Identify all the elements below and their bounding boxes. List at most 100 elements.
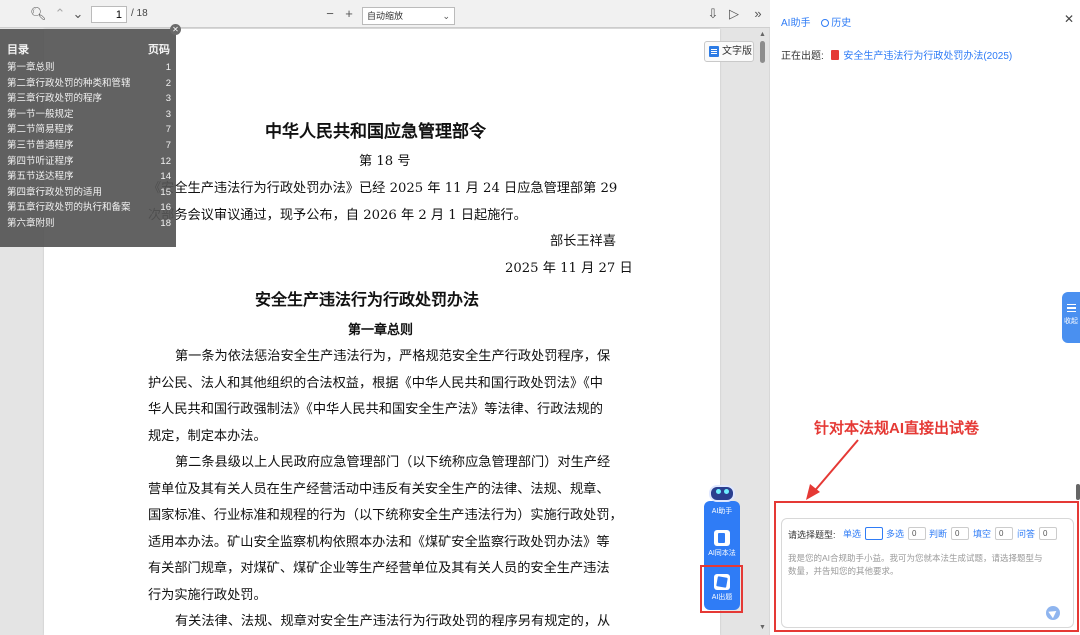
annotation-arrow — [806, 439, 859, 500]
toc-header: 目录 页码 — [7, 41, 170, 57]
zoom-select[interactable]: 自动缩放 ⌄ — [362, 7, 455, 25]
send-icon[interactable] — [1046, 606, 1060, 620]
toc-item-page: 7 — [165, 124, 171, 136]
toc-page-column: 页码 — [148, 44, 170, 56]
close-icon[interactable]: ✕ — [1064, 12, 1074, 26]
scroll-up-icon[interactable]: ▲ — [759, 31, 766, 38]
toc-item[interactable]: 第五节送达程序 14 — [7, 169, 171, 184]
zoom-in-icon[interactable]: + — [341, 6, 357, 22]
qtype-multi-label[interactable]: 多选 — [886, 527, 904, 540]
close-icon[interactable]: ✕ — [170, 24, 181, 35]
toc-item-page: 3 — [165, 93, 171, 105]
clock-icon — [821, 19, 830, 27]
ai-assistant-button[interactable]: AI助手 — [704, 506, 740, 516]
toc-item[interactable]: 第五章行政处罚的执行和备案 16 — [7, 200, 171, 215]
tab-ai-assistant[interactable]: AI助手 — [781, 18, 810, 29]
qtype-fill-count[interactable]: 0 — [995, 527, 1013, 540]
toc-item-label: 第一章总则 — [7, 62, 55, 73]
page-scrollbar[interactable]: ▲ ▼ — [759, 29, 767, 631]
book-icon — [714, 530, 730, 546]
doc-line: 国家标准、行业标准和规程的行为（以下统称安全生产违法行为）实施行政处罚， — [148, 508, 623, 523]
toc-item-page: 2 — [165, 77, 171, 89]
chevron-down-icon: ⌄ — [442, 11, 450, 21]
text-version-label: 文字版 — [722, 46, 752, 57]
doc-line: 护公民、法人和其他组织的合法权益，根据《中华人民共和国行政处罚法》《中 — [148, 376, 603, 391]
toc-item[interactable]: 第三章行政处罚的程序 3 — [7, 91, 171, 106]
scrollbar-thumb[interactable] — [760, 41, 765, 63]
collapse-label: 收起 — [1064, 318, 1078, 325]
toc-item[interactable]: 第一章总则 1 — [7, 60, 171, 75]
toc-item-label: 第四节听证程序 — [7, 155, 74, 167]
qtype-qa-label[interactable]: 问答 — [1017, 527, 1035, 540]
qtype-single-count[interactable] — [865, 527, 883, 540]
presentation-icon[interactable]: ▷ — [726, 6, 742, 22]
toc-item[interactable]: 第四节听证程序 12 — [7, 154, 171, 169]
toc-item-label: 第四章行政处罚的适用 — [7, 186, 103, 198]
qtype-judge-count[interactable]: 0 — [951, 527, 969, 540]
zoom-out-icon[interactable]: − — [322, 6, 338, 22]
toc-item[interactable]: 第三节普通程序 7 — [7, 138, 171, 153]
toc-item-label: 第三章行政处罚的程序 — [7, 93, 103, 105]
doc-line: 行为实施行政处罚。 — [148, 588, 267, 603]
qtype-qa-count[interactable]: 0 — [1039, 527, 1057, 540]
toc-item[interactable]: 第二节简易程序 7 — [7, 122, 171, 137]
qtype-single-label[interactable]: 单选 — [843, 527, 861, 540]
toc-panel: 目录 页码 第一章总则 1 第二章行政处罚的种类和管辖 2 第三章行政处罚的程序 3 第一节… — [0, 29, 176, 247]
order-title: 中华人民共和国应急管理部令 — [265, 122, 486, 142]
qtype-multi-count[interactable]: 0 — [908, 527, 926, 540]
toc-item-label: 第五节送达程序 — [7, 171, 74, 183]
tools-menu-icon[interactable]: » — [750, 6, 766, 22]
qtype-fill-label[interactable]: 填空 — [973, 527, 991, 540]
list-icon — [1066, 304, 1076, 312]
side-scrollbar[interactable] — [1076, 484, 1080, 500]
doc-line: 有关部门规章，对煤矿、煤矿企业等生产经营单位及其有关人员的安全生产违法 — [148, 561, 610, 576]
collapse-panel-button[interactable]: 收起 — [1062, 292, 1080, 343]
open-file-icon[interactable]: ⇩ — [705, 6, 721, 22]
pdf-viewer: 🔍︎ ⌃ ⌄ / 18 − + 自动缩放 ⌄ ⇩ ▷ » 中华人民共和国应急管理… — [0, 0, 770, 635]
ai-same-law-label: AI同本法 — [708, 550, 736, 557]
chevron-up-icon[interactable]: ⌃ — [52, 6, 68, 22]
ai-assistant-label: AI助手 — [711, 508, 733, 515]
side-tabs: AI助手 历史 — [781, 14, 851, 29]
toc-item[interactable]: 第六章附则 18 — [7, 216, 171, 231]
pdf-toolbar: 🔍︎ ⌃ ⌄ / 18 − + 自动缩放 ⌄ ⇩ ▷ » — [0, 0, 770, 28]
document-icon — [709, 46, 719, 57]
app-root: 🔍︎ ⌃ ⌄ / 18 − + 自动缩放 ⌄ ⇩ ▷ » 中华人民共和国应急管理… — [0, 0, 1080, 635]
current-label: 正在出题: — [781, 51, 824, 62]
toc-item-page: 15 — [160, 186, 171, 198]
question-type-label: 请选择题型: — [788, 530, 836, 540]
doc-line: 营单位及其有关人员在生产经营活动中违反有关安全生产的法律、法规、规章、 — [148, 482, 610, 497]
chat-placeholder[interactable]: 我是您的AI合规助手小益。我可为您就本法生成试题，请选择题型与数量，并告知您的其… — [788, 552, 1043, 578]
doc-line: 规定，制定本办法。 — [148, 429, 267, 444]
qtype-judge-label[interactable]: 判断 — [929, 527, 947, 540]
toc-item-label: 第二节简易程序 — [7, 124, 74, 136]
toc-item-page: 16 — [160, 202, 171, 214]
current-quiz-doc: 正在出题: 安全生产违法行为行政处罚办法(2025) — [781, 47, 1012, 62]
toc-item[interactable]: 第二章行政处罚的种类和管辖 2 — [7, 76, 171, 91]
toc-item[interactable]: 第四章行政处罚的适用 15 — [7, 185, 171, 200]
tab-history[interactable]: 历史 — [821, 18, 851, 29]
doc-line: 华人民共和国行政强制法》《中华人民共和国安全生产法》等法律、行政法规的 — [148, 402, 603, 417]
text-version-button[interactable]: 文字版 — [704, 41, 754, 62]
search-icon[interactable]: 🔍︎ — [30, 6, 47, 22]
toc-item-page: 14 — [160, 171, 171, 183]
toc-item-label: 第二章行政处罚的种类和管辖 — [7, 77, 131, 89]
toc-title: 目录 — [7, 44, 29, 56]
toc-item-page: 1 — [165, 62, 171, 73]
order-number: 第 18 号 — [359, 154, 411, 169]
chapter-heading: 第一章总则 — [348, 323, 414, 338]
scroll-down-icon[interactable]: ▼ — [759, 624, 766, 631]
chevron-down-icon[interactable]: ⌄ — [70, 6, 86, 22]
doc-line: 第二条县级以上人民政府应急管理部门（以下统称应急管理部门）对生产经 — [175, 455, 611, 470]
doc-line: 《安全生产违法行为行政处罚办法》已经 2025 年 11 月 24 日应急管理部… — [148, 181, 618, 196]
toc-item[interactable]: 第一节一般规定 3 — [7, 107, 171, 122]
page-number-input[interactable] — [91, 6, 127, 23]
toc-item-label: 第一节一般规定 — [7, 108, 74, 120]
law-title: 安全生产违法行为行政处罚办法 — [255, 290, 480, 309]
ai-same-law-button[interactable]: AI同本法 — [704, 530, 740, 558]
highlight-box — [700, 565, 743, 613]
minister-signature: 部长王祥喜 — [550, 234, 616, 249]
toc-item-label: 第五章行政处罚的执行和备案 — [7, 202, 131, 214]
zoom-value: 自动缩放 — [367, 11, 404, 21]
current-doc-link[interactable]: 安全生产违法行为行政处罚办法(2025) — [843, 51, 1012, 62]
